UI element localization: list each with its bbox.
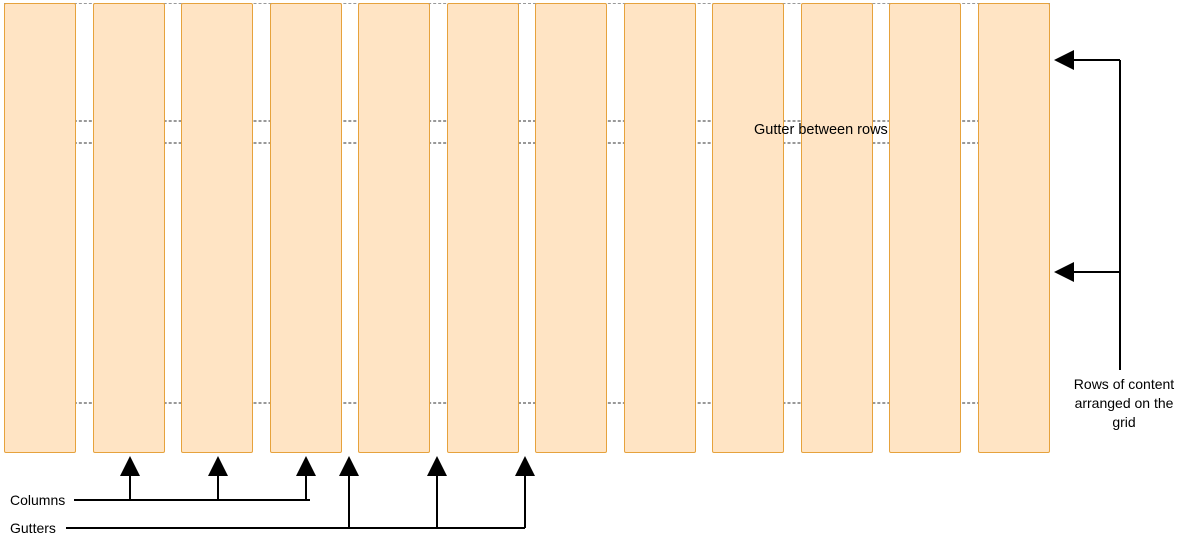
column: [270, 3, 342, 453]
column: [624, 3, 696, 453]
rows-label-line2: arranged on the: [1059, 394, 1189, 413]
columns-label: Columns: [10, 492, 65, 508]
column: [712, 3, 784, 453]
column: [801, 3, 873, 453]
column: [978, 3, 1050, 453]
gutter-between-rows-label: Gutter between rows: [754, 122, 888, 138]
rows-label-line3: grid: [1059, 413, 1189, 432]
grid-diagram: [4, 3, 1050, 453]
column: [447, 3, 519, 453]
column: [93, 3, 165, 453]
column: [181, 3, 253, 453]
column: [535, 3, 607, 453]
column: [4, 3, 76, 453]
columns-container: [4, 3, 1050, 453]
rows-label-line1: Rows of content: [1059, 375, 1189, 394]
rows-of-content-label: Rows of content arranged on the grid: [1059, 375, 1189, 432]
gutters-label: Gutters: [10, 520, 56, 536]
column: [889, 3, 961, 453]
column: [358, 3, 430, 453]
